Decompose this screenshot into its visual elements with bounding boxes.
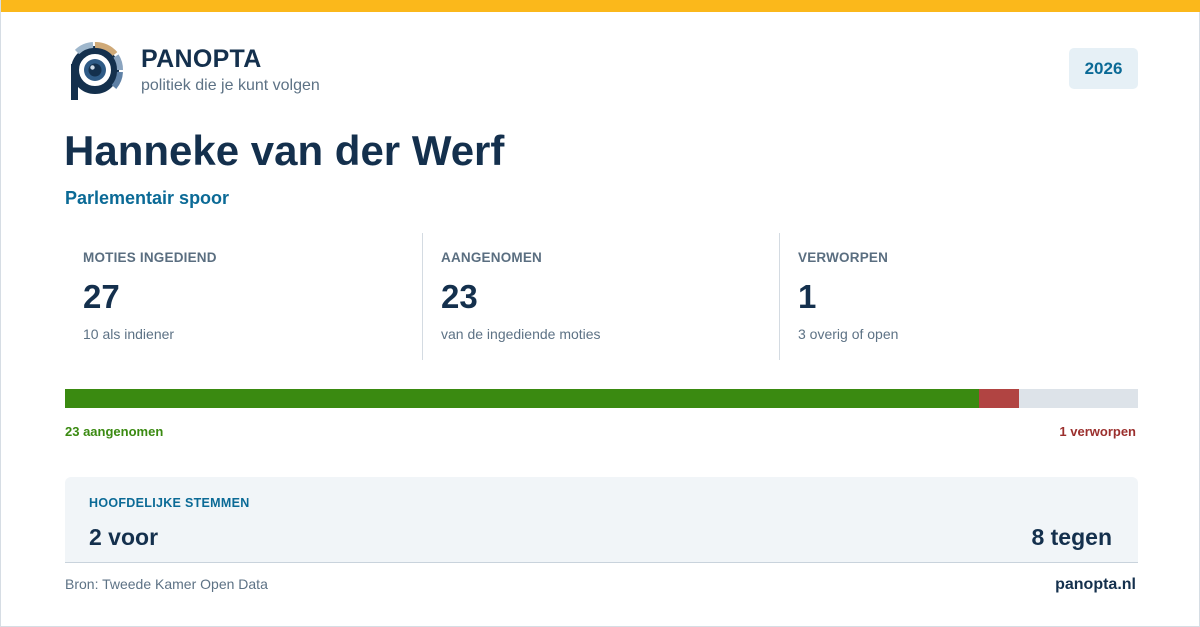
votes-heading: HOOFDELIJKE STEMMEN: [89, 496, 250, 510]
rejected-count-label: 1 verworpen: [1059, 424, 1136, 439]
stat-label: MOTIES INGEDIEND: [83, 250, 217, 265]
share-card: PANOPTA politiek die je kunt volgen 2026…: [0, 0, 1200, 627]
accepted-count-label: 23 aangenomen: [65, 424, 164, 439]
year-badge: 2026: [1069, 48, 1138, 89]
stat-note: van de ingediende moties: [441, 326, 601, 342]
stat-value: 27: [83, 278, 120, 315]
accepted-segment: [65, 389, 979, 408]
stat-label: VERWORPEN: [798, 250, 889, 265]
stat-note: 10 als indiener: [83, 326, 175, 342]
brand-header: PANOPTA politiek die je kunt volgen: [65, 42, 320, 102]
stat-rejected: VERWORPEN 1 3 overig of open: [779, 233, 1136, 360]
data-source: Bron: Tweede Kamer Open Data: [65, 576, 268, 592]
brand-name: PANOPTA: [141, 45, 262, 73]
stat-label: AANGENOMEN: [441, 250, 543, 265]
roll-call-votes-panel: HOOFDELIJKE STEMMEN 2 voor 8 tegen: [65, 477, 1138, 563]
outcome-progress-bar: [65, 389, 1138, 408]
accent-stripe: [1, 0, 1200, 12]
stat-value: 1: [798, 278, 817, 315]
panopta-logo-icon: [71, 42, 123, 100]
stat-accepted: AANGENOMEN 23 van de ingediende moties: [422, 233, 779, 360]
brand-tagline: politiek die je kunt volgen: [141, 77, 320, 94]
stat-value: 23: [441, 278, 478, 315]
stat-note: 3 overig of open: [798, 326, 899, 342]
track-subtitle: Parlementair spoor: [65, 188, 230, 208]
site-link[interactable]: panopta.nl: [1055, 575, 1136, 595]
stats-row: MOTIES INGEDIEND 27 10 als indiener AANG…: [65, 233, 1138, 360]
stat-submitted: MOTIES INGEDIEND 27 10 als indiener: [65, 233, 422, 360]
votes-for: 2 voor: [89, 524, 159, 550]
person-name: Hanneke van der Werf: [64, 127, 505, 174]
votes-against: 8 tegen: [1031, 524, 1112, 550]
rejected-segment: [979, 389, 1019, 408]
